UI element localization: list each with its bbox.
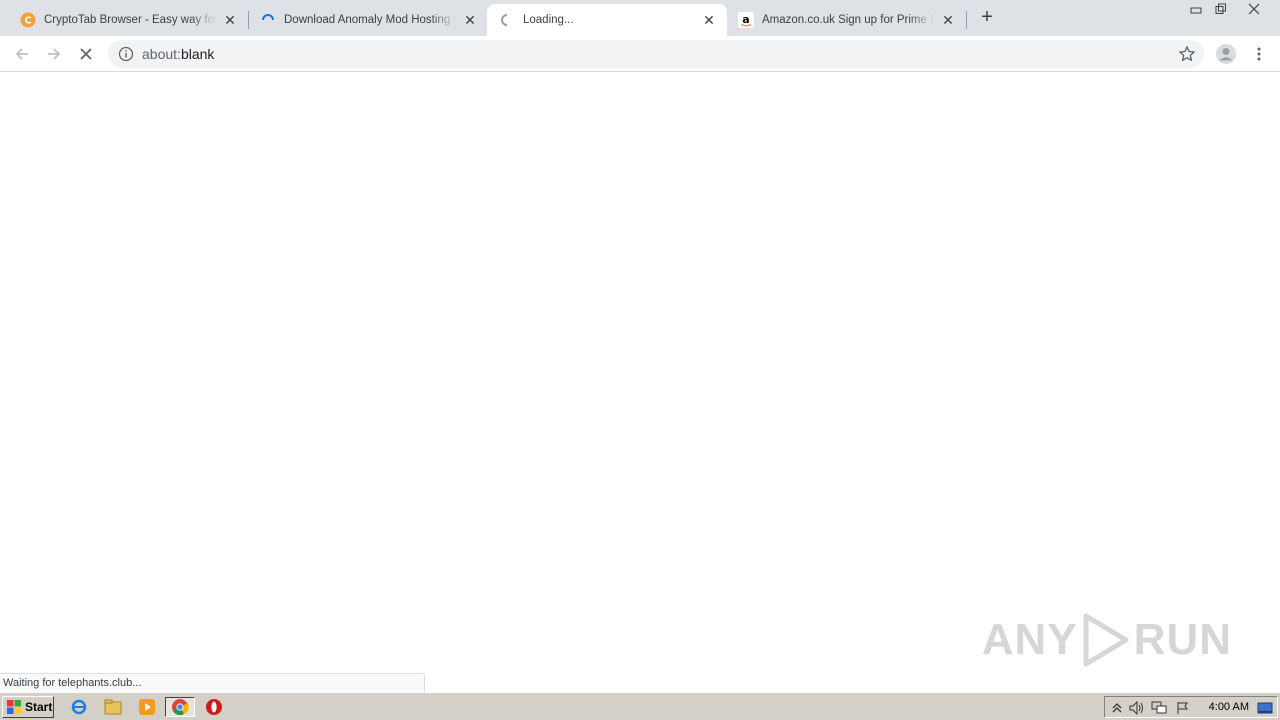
- stop-icon: [80, 48, 92, 60]
- close-icon[interactable]: ✕: [222, 12, 238, 28]
- tab-title: Amazon.co.uk Sign up for Prime Inst: [762, 14, 934, 26]
- menu-button[interactable]: [1245, 40, 1273, 68]
- tab-anomaly[interactable]: Download Anomaly Mod Hosting mas ✕: [248, 4, 488, 36]
- action-center-flag-icon[interactable]: [1175, 700, 1191, 716]
- play-logo-icon: [1083, 613, 1129, 667]
- url-scheme: about:: [142, 46, 181, 62]
- tab-cryptotab[interactable]: C CryptoTab Browser - Easy way for B ✕: [8, 4, 249, 36]
- restore-button[interactable]: [1208, 0, 1234, 18]
- close-icon: [1248, 3, 1260, 15]
- restore-icon: [1215, 3, 1226, 14]
- close-window-button[interactable]: [1234, 0, 1274, 18]
- forward-button[interactable]: [40, 40, 68, 68]
- windows-logo-icon: [7, 700, 21, 714]
- address-bar[interactable]: about:blank: [108, 40, 1204, 68]
- browser-toolbar: about:blank: [0, 36, 1280, 72]
- status-bubble: Waiting for telephants.club...: [0, 673, 425, 692]
- watermark-left: ANY: [981, 615, 1078, 664]
- network-icon[interactable]: [1151, 700, 1167, 716]
- internet-explorer-icon[interactable]: [68, 697, 90, 717]
- new-tab-button[interactable]: +: [976, 6, 998, 28]
- stop-button[interactable]: [72, 40, 100, 68]
- taskbar: Start 4:00 AM: [0, 692, 1280, 720]
- loading-spinner-icon: [499, 12, 515, 28]
- profile-button[interactable]: [1212, 40, 1240, 68]
- tab-amazon[interactable]: a Amazon.co.uk Sign up for Prime Inst ✕: [726, 4, 967, 36]
- url-text: about:blank: [142, 46, 214, 62]
- loading-spinner-icon: [260, 12, 276, 28]
- start-label: Start: [25, 700, 53, 714]
- system-tray: 4:00 AM: [1104, 696, 1278, 718]
- anyrun-watermark: ANY RUN: [982, 610, 1232, 670]
- watermark-right: RUN: [1133, 615, 1232, 664]
- media-player-icon[interactable]: [136, 697, 158, 717]
- avatar-icon: [1216, 44, 1236, 64]
- close-icon[interactable]: ✕: [462, 12, 478, 28]
- close-icon[interactable]: ✕: [701, 12, 717, 28]
- url-path: blank: [180, 46, 215, 62]
- file-explorer-icon[interactable]: [102, 697, 124, 717]
- forward-arrow-icon: [48, 48, 61, 60]
- page-content: ANY RUN Waiting for telephants.club...: [0, 72, 1280, 692]
- tab-loading[interactable]: Loading... ✕: [487, 4, 727, 36]
- info-icon[interactable]: [118, 46, 134, 62]
- show-desktop-icon[interactable]: [1256, 700, 1274, 716]
- start-button[interactable]: Start: [2, 696, 54, 718]
- opera-icon[interactable]: [203, 697, 225, 717]
- back-arrow-icon: [15, 48, 28, 60]
- svg-text:a: a: [742, 13, 749, 26]
- close-icon[interactable]: ✕: [940, 12, 956, 28]
- cryptotab-icon: C: [20, 12, 36, 28]
- chrome-icon: [172, 699, 189, 716]
- tab-title: Download Anomaly Mod Hosting mas: [284, 14, 456, 26]
- tab-title: Loading...: [523, 14, 574, 26]
- kebab-menu-icon: [1257, 47, 1261, 61]
- tab-title: CryptoTab Browser - Easy way for B: [44, 14, 216, 26]
- volume-icon[interactable]: [1129, 700, 1145, 716]
- tab-separator: [966, 11, 967, 29]
- back-button[interactable]: [8, 40, 36, 68]
- show-hidden-icons-icon[interactable]: [1109, 700, 1125, 716]
- clock[interactable]: 4:00 AM: [1209, 701, 1249, 713]
- svg-text:C: C: [24, 16, 31, 27]
- minimize-button[interactable]: [1183, 0, 1209, 18]
- tab-strip: C CryptoTab Browser - Easy way for B ✕ D…: [0, 0, 1280, 36]
- amazon-icon: a: [738, 12, 754, 28]
- bookmark-star-icon[interactable]: [1178, 45, 1196, 63]
- chrome-taskbar-button[interactable]: [165, 697, 195, 717]
- minimize-icon: [1190, 7, 1202, 14]
